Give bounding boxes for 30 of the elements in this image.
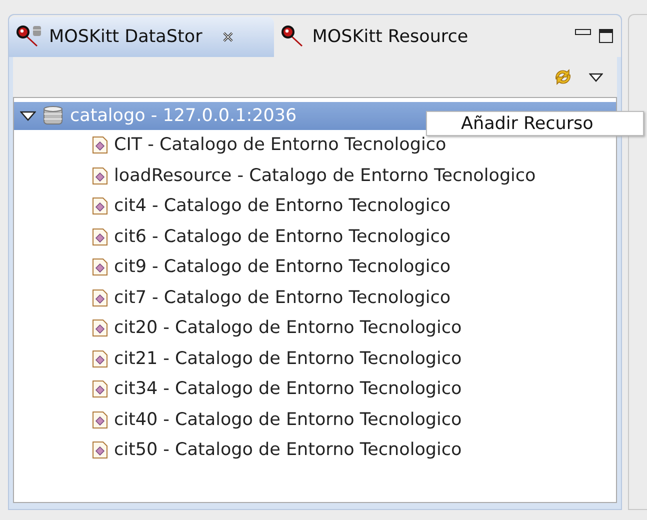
collapse-icon[interactable] — [20, 110, 36, 122]
document-icon — [92, 380, 108, 398]
document-icon — [92, 410, 108, 429]
tree-item[interactable]: cit4 - Catalogo de Entorno Tecnologico — [14, 191, 616, 222]
tree-item[interactable]: cit40 - Catalogo de Entorno Tecnologico — [14, 404, 616, 435]
tree-item[interactable]: cit34 - Catalogo de Entorno Tecnologico — [14, 374, 616, 404]
tree-item[interactable]: cit7 - Catalogo de Entorno Tecnologico — [14, 282, 616, 313]
close-icon[interactable] — [222, 31, 234, 43]
document-icon — [92, 136, 108, 154]
tree-label: catalogo - 127.0.0.1:2036 — [70, 106, 297, 126]
tree-item[interactable]: cit20 - Catalogo de Entorno Tecnologico — [14, 313, 616, 344]
tree-item[interactable]: cit21 - Catalogo de Entorno Tecnologico — [14, 344, 616, 374]
minimize-icon[interactable] — [575, 29, 591, 35]
tree-item[interactable]: cit9 - Catalogo de Entorno Tecnologico — [14, 252, 616, 282]
document-icon — [92, 197, 108, 216]
database-icon — [42, 105, 64, 127]
view-tab[interactable]: MOSKitt DataStor — [9, 17, 274, 57]
document-icon — [92, 441, 108, 460]
document-icon — [92, 319, 108, 338]
tree-item[interactable]: loadResource - Catalogo de Entorno Tecnologico — [14, 160, 616, 191]
document-icon — [92, 228, 108, 246]
view-menu-icon[interactable] — [589, 72, 603, 82]
sync-icon[interactable] — [553, 67, 573, 87]
document-icon — [92, 258, 108, 276]
document-icon — [92, 288, 108, 307]
document-icon — [92, 166, 108, 185]
tree-item[interactable]: cit50 - Catalogo de Entorno Tecnologico — [14, 435, 616, 466]
tree-item[interactable]: cit6 - Catalogo de Entorno Tecnologico — [14, 222, 616, 252]
document-icon — [92, 350, 108, 368]
maximize-icon[interactable] — [599, 29, 613, 43]
